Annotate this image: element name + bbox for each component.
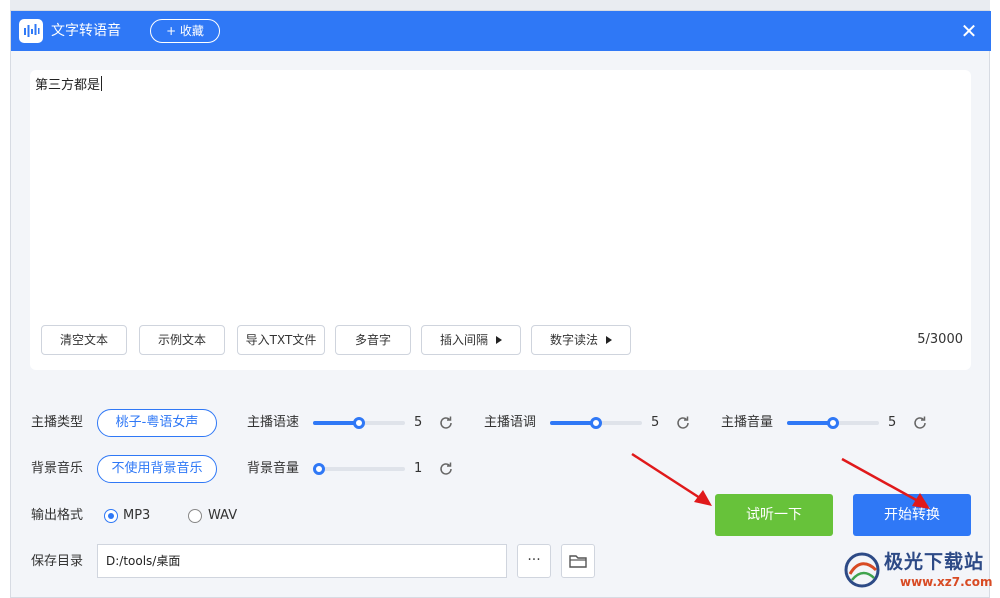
volume-value: 5 [888,415,897,430]
sample-text-button[interactable]: 示例文本 [139,325,225,355]
volume-slider[interactable] [787,416,879,430]
wav-option-label: WAV [208,508,238,523]
more-options-button[interactable]: ··· [517,544,551,578]
anchor-type-label: 主播类型 [31,415,84,430]
anchor-type-select[interactable]: 桃子-粤语女声 [97,409,217,437]
speed-slider[interactable] [313,416,405,430]
polyphone-button[interactable]: 多音字 [335,325,411,355]
text-caret [101,76,103,91]
pitch-slider[interactable] [550,416,642,430]
bg-volume-value: 1 [414,461,423,476]
pitch-label: 主播语调 [484,415,537,430]
reset-icon[interactable] [438,415,454,431]
volume-label: 主播音量 [721,415,774,430]
pitch-value: 5 [651,415,660,430]
triangle-right-icon [496,336,502,344]
reset-icon[interactable] [675,415,691,431]
window-title: 文字转语音 [51,23,121,39]
watermark-name: 极光下载站 [884,551,985,573]
wav-radio[interactable] [188,509,202,523]
background-left-edge [0,0,10,598]
folder-icon [569,555,587,568]
reset-icon[interactable] [438,461,454,477]
save-dir-label: 保存目录 [31,554,84,569]
import-txt-button[interactable]: 导入TXT文件 [237,325,325,355]
watermark-url: www.xz7.com [900,575,993,589]
save-path-field[interactable]: D:/tools/桌面 [97,544,507,578]
number-reading-dropdown[interactable]: 数字读法 [531,325,631,355]
slider-track [313,467,405,471]
insert-pause-label: 插入间隔 [439,333,488,347]
soundwave-app-icon [19,19,43,43]
editor-text: 第三方都是 [35,78,101,93]
reset-icon[interactable] [912,415,928,431]
clear-text-button[interactable]: 清空文本 [41,325,127,355]
bg-volume-slider[interactable] [313,462,405,476]
insert-pause-dropdown[interactable]: 插入间隔 [421,325,521,355]
mp3-option-label: MP3 [123,508,151,523]
background-right-edge [990,0,1000,598]
character-count: 5/3000 [917,332,963,347]
watermark: 极光下载站 www.xz7.com [842,542,993,596]
triangle-right-icon [606,336,612,344]
slider-thumb[interactable] [353,417,365,429]
bg-music-label: 背景音乐 [31,461,84,476]
output-format-label: 输出格式 [31,508,84,523]
slider-thumb[interactable] [827,417,839,429]
speed-value: 5 [414,415,423,430]
mp3-radio[interactable] [104,509,118,523]
text-to-speech-dialog: 文字转语音 + 收藏 ✕ 第三方都是 清空文本 示例文本 导入TXT文件 多音字… [10,10,991,598]
bg-volume-label: 背景音量 [247,461,300,476]
slider-thumb[interactable] [313,463,325,475]
speed-label: 主播语速 [247,415,300,430]
close-icon[interactable]: ✕ [959,21,979,41]
preview-button[interactable]: 试听一下 [715,494,833,536]
text-editor[interactable]: 第三方都是 清空文本 示例文本 导入TXT文件 多音字 插入间隔 数字读法 5/… [30,70,971,370]
open-folder-button[interactable] [561,544,595,578]
add-favorite-button[interactable]: + 收藏 [150,19,220,43]
editor-content[interactable]: 第三方都是 [35,76,103,96]
title-bar: 文字转语音 + 收藏 ✕ [11,11,991,51]
start-convert-button[interactable]: 开始转换 [853,494,971,536]
number-reading-label: 数字读法 [549,333,598,347]
slider-thumb[interactable] [590,417,602,429]
aurora-logo-icon [844,552,880,588]
bg-music-select[interactable]: 不使用背景音乐 [97,455,217,483]
